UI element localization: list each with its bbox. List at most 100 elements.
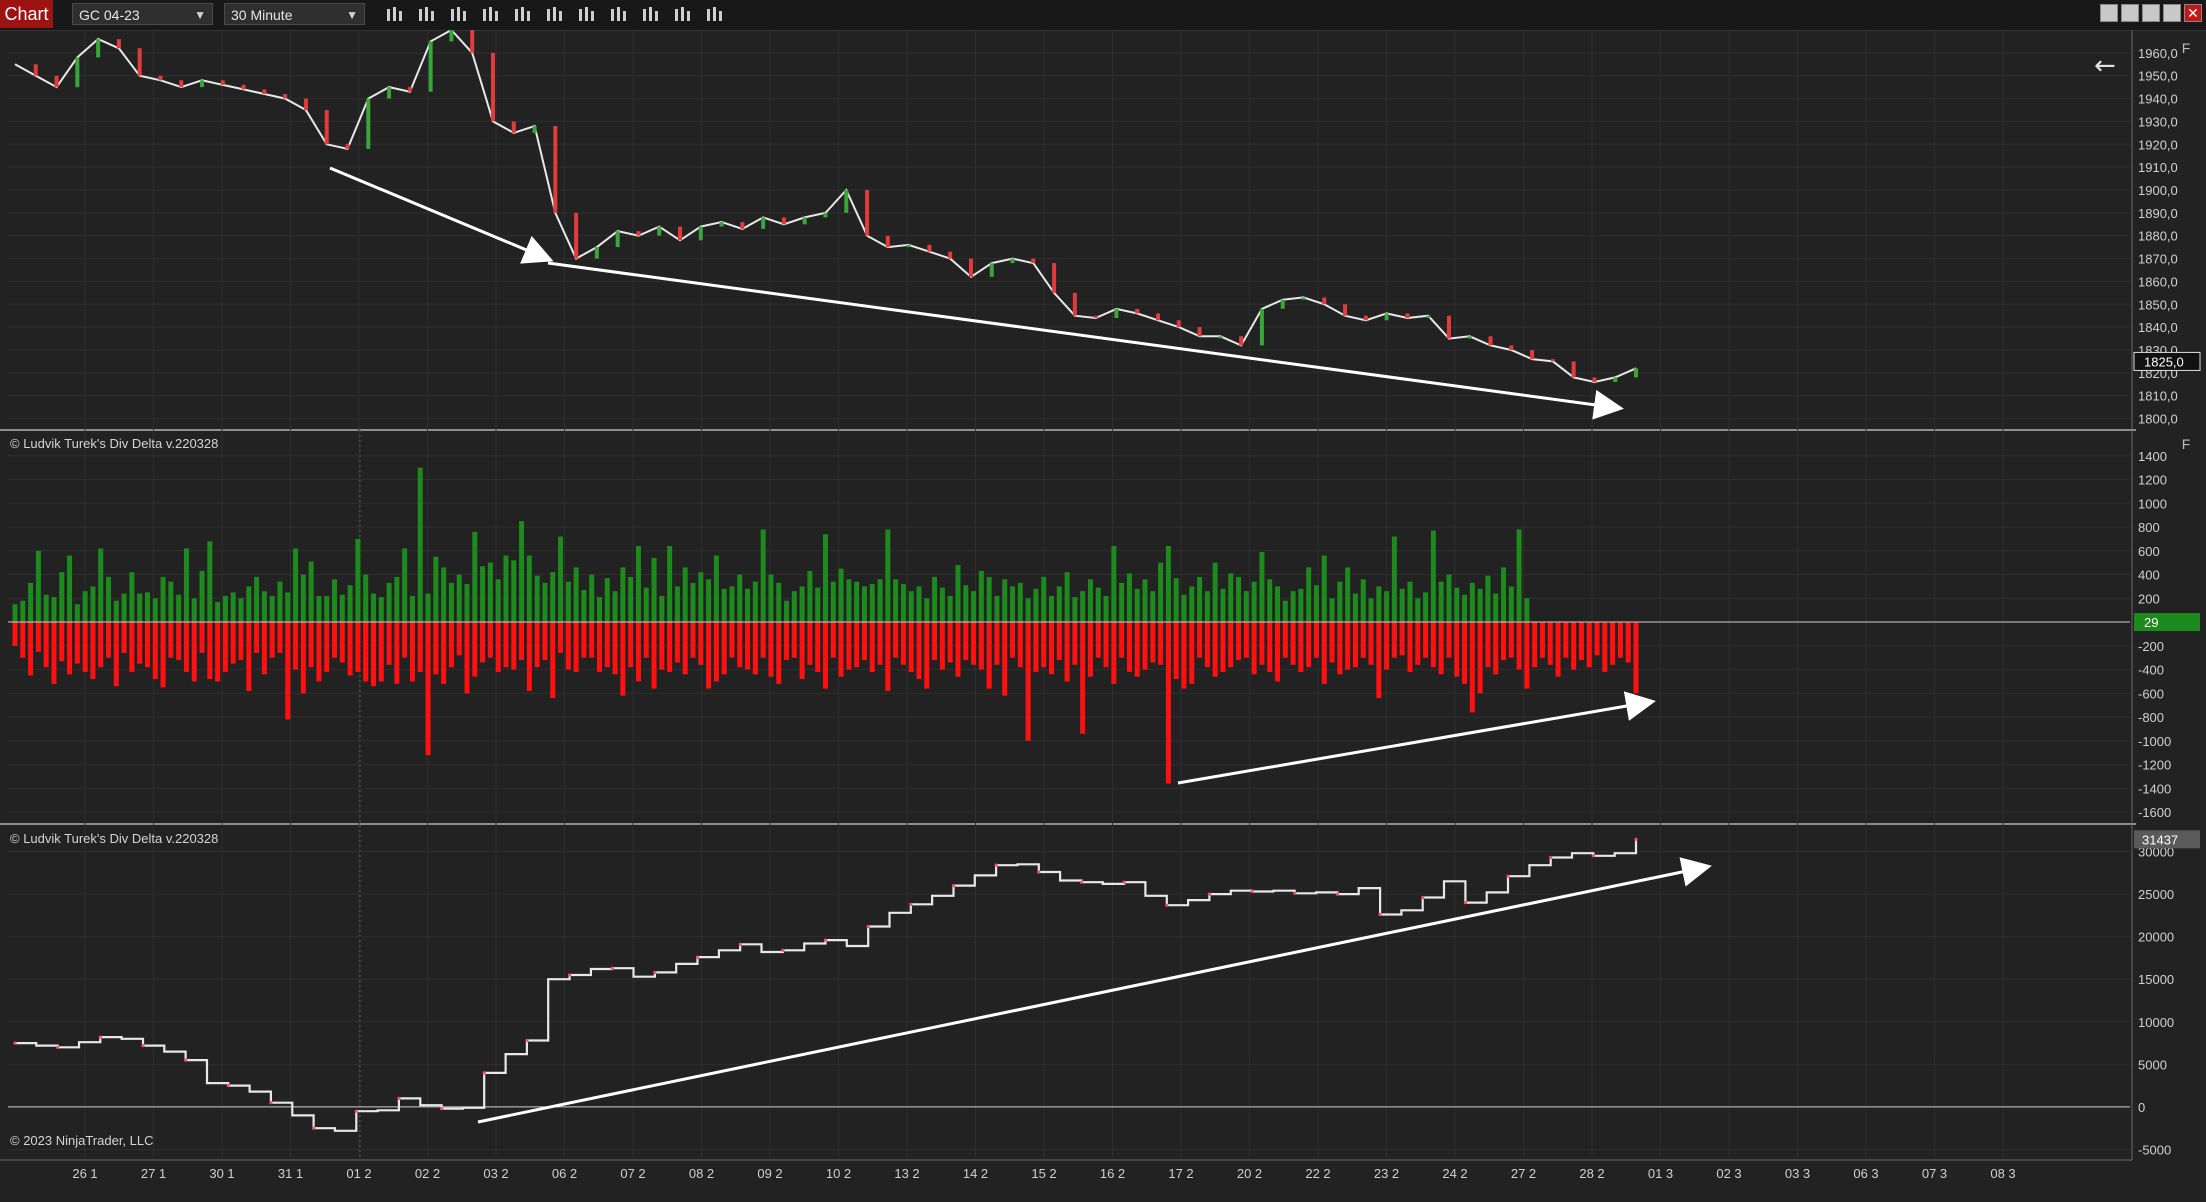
price-y-tick-label: 1890,0: [2138, 206, 2178, 221]
delta-bar-negative: [1337, 622, 1343, 675]
cumulative-tick-mark: [269, 1101, 273, 1105]
delta-bar-positive: [487, 562, 493, 623]
delta-bar-positive: [129, 572, 135, 623]
cumulative-tick-mark: [439, 1107, 444, 1111]
x-tick-label: 09 2: [757, 1166, 782, 1181]
cumulative-tick-mark: [98, 1035, 102, 1039]
back-arrow-icon: ←: [2094, 51, 2116, 81]
delta-bar-positive: [963, 585, 969, 623]
delta-bar-negative: [199, 622, 205, 653]
delta-bar-positive: [939, 587, 945, 623]
pencil-icon[interactable]: [414, 4, 438, 26]
bars-icon[interactable]: [382, 4, 406, 26]
instrument-selector[interactable]: GC 04-23 ▼: [72, 3, 213, 25]
delta-bar-negative: [1376, 622, 1382, 699]
data-box-icon[interactable]: [542, 4, 566, 26]
price-candle: [33, 64, 38, 76]
indicators-icon[interactable]: [638, 4, 662, 26]
zoom-out-icon[interactable]: [478, 4, 502, 26]
delta-bar-negative: [90, 622, 96, 680]
list-icon[interactable]: [702, 4, 726, 26]
delta-bar-negative: [1516, 622, 1522, 670]
delta-bar-negative: [971, 622, 977, 665]
delta-bar-negative: [1236, 622, 1242, 661]
zoom-in-icon[interactable]: [446, 4, 470, 26]
price-y-tick-label: 1940,0: [2138, 92, 2178, 107]
x-tick-label: 24 2: [1442, 1166, 1467, 1181]
delta-bar-negative: [830, 622, 836, 658]
strategies-icon[interactable]: [606, 4, 630, 26]
cumulative-tick-mark: [56, 1045, 60, 1049]
delta-bar-negative: [1313, 622, 1319, 658]
cumulative-tick-mark: [1165, 903, 1169, 907]
delta-bar-positive: [791, 591, 797, 623]
delta-bar-negative: [838, 622, 844, 677]
price-candle: [1571, 361, 1576, 378]
cumulative-tick-mark: [354, 1109, 358, 1113]
tile-vertical-button[interactable]: [2121, 4, 2139, 22]
delta-bar-positive: [82, 591, 88, 623]
price-candle: [179, 80, 184, 88]
delta-bar-negative: [254, 622, 260, 653]
delta-indicator-label: © Ludvik Turek's Div Delta v.220328: [10, 436, 219, 451]
chevron-down-icon: ▼: [194, 8, 206, 22]
close-button[interactable]: ✕: [2184, 4, 2202, 22]
delta-bar-positive: [737, 574, 743, 623]
drawing-tools-icon[interactable]: [574, 4, 598, 26]
delta-bar-negative: [908, 622, 914, 672]
delta-bar-positive: [1501, 567, 1507, 623]
crosshair-icon[interactable]: [510, 4, 534, 26]
delta-bar-positive: [908, 591, 914, 623]
delta-bar-negative: [1119, 622, 1125, 658]
chart-canvas[interactable]: 26 1 27 1 30 1 31 1 01 2 02 2 03 2 06 2 07 2 08 2…: [0, 30, 2206, 1202]
chart-app-title[interactable]: Chart: [0, 0, 53, 28]
delta-bar-positive: [511, 560, 517, 623]
delta-y-tick-label: -1000: [2138, 734, 2171, 749]
price-candle: [719, 222, 724, 227]
delta-bar-negative: [604, 622, 610, 668]
delta-bar-negative: [776, 622, 782, 684]
delta-y-tick-label: -800: [2138, 710, 2164, 725]
x-tick-label: 27 1: [141, 1166, 166, 1181]
price-y-tick-label: 1880,0: [2138, 229, 2178, 244]
price-y-tick-label: 1870,0: [2138, 252, 2178, 267]
panel-f-button[interactable]: F: [2178, 40, 2194, 58]
price-candle: [1446, 315, 1451, 339]
minimize-button[interactable]: [2142, 4, 2160, 22]
delta-bar-positive: [456, 574, 462, 623]
delta-bar-positive: [1438, 581, 1444, 623]
delta-y-tick-label: -1200: [2138, 758, 2171, 773]
delta-bar-positive: [464, 584, 470, 623]
delta-bar-negative: [433, 622, 439, 675]
delta-bar-negative: [846, 622, 852, 670]
delta-bar-negative: [1384, 622, 1390, 670]
delta-bar-negative: [316, 622, 322, 682]
delta-bar-positive: [1212, 562, 1218, 623]
delta-bar-negative: [1438, 622, 1444, 675]
delta-bar-positive: [74, 604, 80, 623]
timeframe-selector[interactable]: 30 Minute ▼: [224, 3, 365, 25]
delta-bar-negative: [1243, 622, 1249, 658]
delta-bar-negative: [1610, 622, 1616, 665]
delta-bar-positive: [1352, 593, 1358, 623]
delta-bar-negative: [456, 622, 462, 656]
x-tick-label: 27 2: [1511, 1166, 1536, 1181]
delta-bar-positive: [1134, 588, 1140, 623]
delta-bar-negative: [682, 622, 688, 675]
delta-bar-negative: [963, 622, 969, 661]
delta-bar-positive: [215, 601, 221, 623]
tile-horizontal-button[interactable]: [2100, 4, 2118, 22]
delta-bar-positive: [230, 592, 236, 623]
delta-bar-negative: [994, 622, 1000, 665]
delta-bar-positive: [674, 586, 680, 623]
delta-bar-positive: [1360, 579, 1366, 623]
maximize-button[interactable]: [2163, 4, 2181, 22]
delta-bar-positive: [254, 576, 260, 623]
panel-f-button[interactable]: F: [2178, 436, 2194, 454]
x-tick-label: 03 2: [483, 1166, 508, 1181]
price-candle: [636, 231, 641, 236]
delta-bar-negative: [1594, 622, 1600, 656]
properties-icon[interactable]: [670, 4, 694, 26]
delta-bar-negative: [526, 622, 532, 691]
cumulative-tick-mark: [1591, 854, 1595, 858]
